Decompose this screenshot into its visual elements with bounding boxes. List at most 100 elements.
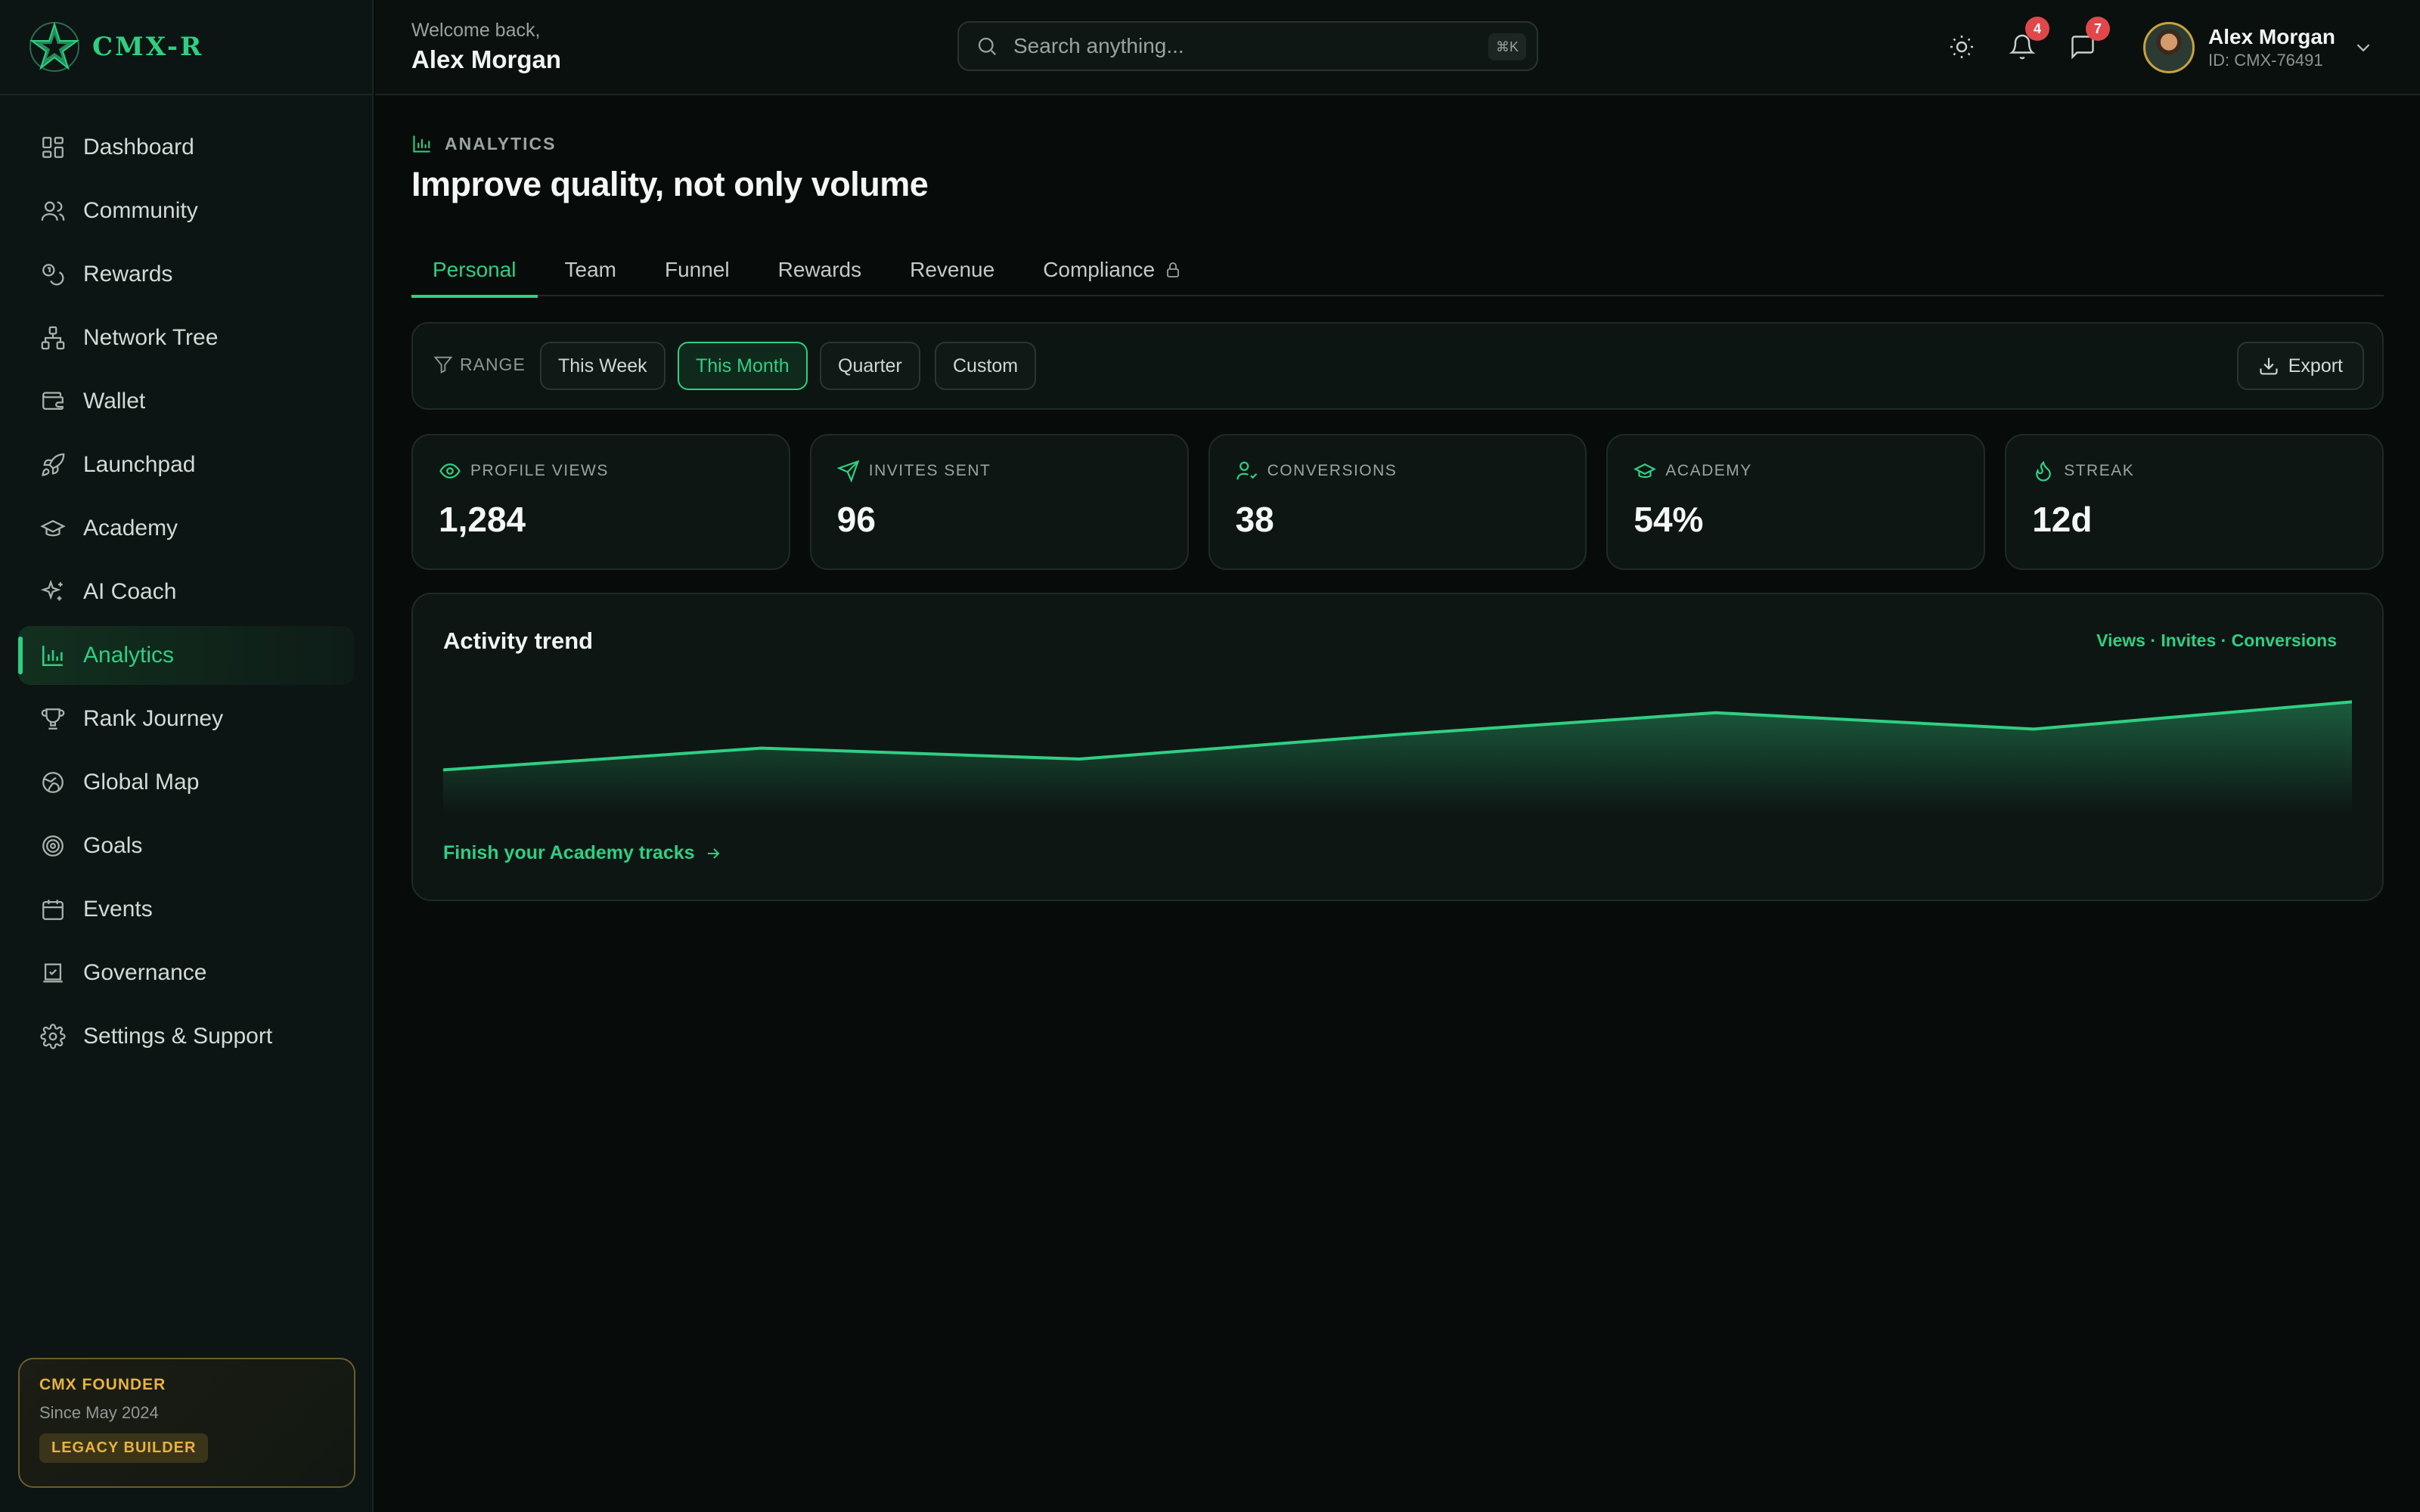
sidebar-item-label: Settings & Support <box>83 1024 273 1049</box>
sidebar-item-rewards[interactable]: Rewards <box>18 245 354 304</box>
sidebar-item-label: Wallet <box>83 389 146 414</box>
range-this-week-button[interactable]: This Week <box>540 342 666 390</box>
founder-card[interactable]: CMX FOUNDER Since May 2024 LEGACY BUILDE… <box>18 1358 355 1488</box>
bar-chart-icon <box>413 135 430 153</box>
sidebar-item-label: Network Tree <box>83 325 219 350</box>
users-icon <box>39 197 67 225</box>
graduation-cap-icon <box>1634 463 1657 479</box>
stat-label: ACADEMY <box>1665 462 1752 479</box>
sidebar-item-label: Analytics <box>83 643 175 668</box>
gear-icon <box>39 1023 67 1050</box>
founder-badge: LEGACY BUILDER <box>39 1433 209 1463</box>
sidebar-item-label: Events <box>83 897 153 922</box>
stat-value: 96 <box>836 500 876 539</box>
founder-title: CMX FOUNDER <box>39 1376 166 1393</box>
sidebar-item-network-tree[interactable]: Network Tree <box>18 308 354 367</box>
range-filter-bar: RANGE This Week This Month Quarter Custo… <box>411 322 2384 410</box>
arrow-right-icon <box>707 847 719 859</box>
sidebar-item-governance[interactable]: Governance <box>18 943 354 1002</box>
stat-card-academy: ACADEMY 54% <box>1606 434 1986 570</box>
sidebar-item-label: Goals <box>83 833 143 858</box>
globe-icon <box>39 769 67 796</box>
notifications-button[interactable]: 4 <box>2004 17 2049 65</box>
search-icon <box>978 37 997 56</box>
target-icon <box>39 832 67 860</box>
tab-rewards[interactable]: Rewards <box>757 243 883 296</box>
tab-label: Personal <box>433 258 517 281</box>
sidebar-item-goals[interactable]: Goals <box>18 816 354 875</box>
sidebar-item-rank-journey[interactable]: Rank Journey <box>18 689 354 748</box>
sidebar-item-label: Governance <box>83 960 207 985</box>
sidebar-item-analytics[interactable]: Analytics <box>18 626 354 685</box>
stat-label: INVITES SENT <box>868 462 991 479</box>
user-check-icon <box>1236 461 1257 480</box>
section-label: ANALYTICS <box>445 133 557 153</box>
sidebar: CMX-R Dashboard Community Rewards Networ… <box>0 0 374 1512</box>
activity-trend-card: Activity trend Views · Invites · Convers… <box>411 593 2384 901</box>
messages-button[interactable]: 7 <box>2065 17 2110 65</box>
filter-icon <box>433 356 453 374</box>
stats-row: PROFILE VIEWS 1,284 INVITES SENT 96 CONV… <box>411 434 2384 570</box>
tab-label: Team <box>564 258 616 281</box>
sidebar-item-label: Rank Journey <box>83 706 224 731</box>
academy-tracks-link-label: Finish your Academy tracks <box>443 842 695 863</box>
tab-team[interactable]: Team <box>544 243 638 296</box>
search-shortcut: ⌘K <box>1488 33 1526 60</box>
tab-label: Funnel <box>664 258 730 281</box>
welcome-name: Alex Morgan <box>411 45 562 73</box>
chart-title: Activity trend <box>443 627 594 654</box>
sidebar-item-settings-support[interactable]: Settings & Support <box>18 1007 354 1066</box>
user-menu[interactable]: Alex Morgan ID: CMX-76491 <box>2143 21 2375 74</box>
download-icon <box>2260 358 2278 375</box>
send-icon <box>836 460 860 482</box>
stat-label: CONVERSIONS <box>1267 462 1398 479</box>
coins-icon <box>39 261 67 288</box>
search-bar[interactable]: ⌘K <box>957 21 1538 71</box>
user-id: ID: CMX-76491 <box>2208 51 2323 70</box>
sidebar-item-global-map[interactable]: Global Map <box>18 753 354 812</box>
eye-icon <box>439 463 461 479</box>
lock-icon <box>1167 262 1179 277</box>
sidebar-item-label: Community <box>83 198 198 223</box>
sidebar-item-label: Global Map <box>83 770 200 795</box>
tab-personal[interactable]: Personal <box>411 243 538 298</box>
user-name: Alex Morgan <box>2208 25 2336 48</box>
tab-label: Rewards <box>777 258 862 281</box>
network-icon <box>39 324 67 352</box>
tab-compliance[interactable]: Compliance <box>1022 243 1203 296</box>
academy-tracks-link[interactable]: Finish your Academy tracks <box>443 842 722 864</box>
export-label: Export <box>2288 355 2343 376</box>
sidebar-item-wallet[interactable]: Wallet <box>18 372 354 431</box>
range-custom-button[interactable]: Custom <box>935 342 1037 390</box>
range-this-month-button[interactable]: This Month <box>678 342 808 390</box>
sidebar-item-ai-coach[interactable]: AI Coach <box>18 562 354 621</box>
analytics-tabs: Personal Team Funnel Rewards Revenue Com… <box>411 243 2384 298</box>
vote-icon <box>39 959 67 987</box>
tab-funnel[interactable]: Funnel <box>644 243 751 296</box>
rocket-icon <box>39 451 67 479</box>
flame-icon <box>2036 460 2052 482</box>
search-input[interactable] <box>1013 34 1452 58</box>
theme-toggle-button[interactable] <box>1944 29 1980 65</box>
range-quarter-button[interactable]: Quarter <box>820 342 920 390</box>
sidebar-item-label: Rewards <box>83 262 173 287</box>
stat-label: PROFILE VIEWS <box>470 462 609 479</box>
sidebar-item-events[interactable]: Events <box>18 880 354 939</box>
sidebar-item-dashboard[interactable]: Dashboard <box>18 118 354 177</box>
export-button[interactable]: Export <box>2236 342 2364 390</box>
top-header: Welcome back, Alex Morgan ⌘K 4 7 Alex Mo… <box>375 0 2420 95</box>
sidebar-item-launchpad[interactable]: Launchpad <box>18 435 354 494</box>
avatar <box>2143 22 2195 73</box>
brand-name: CMX-R <box>92 32 204 62</box>
stat-label: STREAK <box>2064 462 2135 479</box>
activity-trend-chart <box>443 700 2352 813</box>
sidebar-item-academy[interactable]: Academy <box>18 499 354 558</box>
brand[interactable]: CMX-R <box>0 0 372 95</box>
tab-label: Compliance <box>1043 258 1156 281</box>
stat-value: 12d <box>2032 500 2093 539</box>
trend-area <box>443 702 2352 813</box>
chevron-down-icon <box>2356 44 2370 52</box>
sidebar-item-community[interactable]: Community <box>18 181 354 240</box>
tab-revenue[interactable]: Revenue <box>889 243 1016 296</box>
sun-icon <box>1950 36 1973 58</box>
